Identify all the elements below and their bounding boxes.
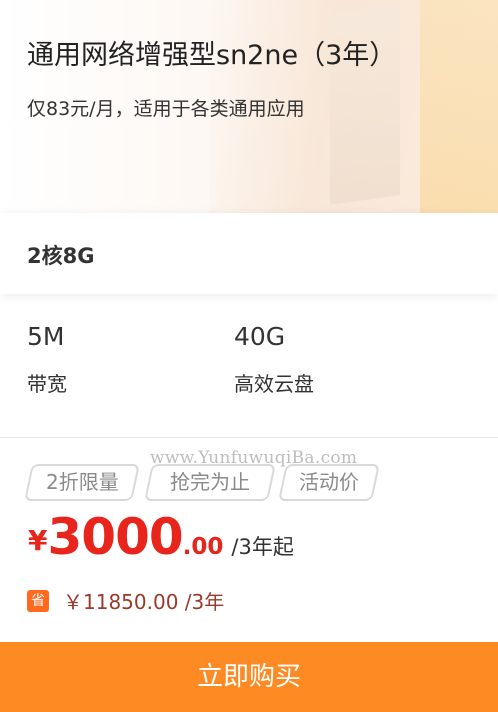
disk-label: 高效云盘 xyxy=(234,372,314,396)
promo-tag: 2折限量 xyxy=(24,464,140,501)
original-price: ￥11850.00 /3年 xyxy=(63,590,225,614)
promo-tag-label: 抢完为止 xyxy=(170,470,250,494)
product-subtitle: 仅83元/月，适用于各类通用应用 xyxy=(27,98,305,120)
product-banner: 通用网络增强型sn2ne（3年） 仅83元/月，适用于各类通用应用 xyxy=(0,0,498,215)
bandwidth-stat: 5M 带宽 xyxy=(27,322,67,397)
banner-decoration-shape xyxy=(420,0,498,215)
promo-tag-label: 活动价 xyxy=(299,470,359,494)
promo-tag: 活动价 xyxy=(278,464,380,501)
spec-selector[interactable]: 2核8G xyxy=(0,213,498,294)
price-unit: /3年起 xyxy=(231,535,294,559)
promo-tag-label: 2折限量 xyxy=(45,470,119,494)
product-title: 通用网络增强型sn2ne（3年） xyxy=(27,40,397,71)
current-price: ¥3000.00/3年起 xyxy=(28,508,294,566)
promo-tag: 抢完为止 xyxy=(144,464,276,501)
save-badge-icon: 省 xyxy=(27,590,49,612)
disk-value: 40G xyxy=(234,322,286,351)
disk-stat: 40G 高效云盘 xyxy=(234,322,314,397)
buy-now-button[interactable]: 立即购买 xyxy=(0,642,498,712)
cpu-memory-spec: 2核8G xyxy=(27,244,95,268)
bandwidth-label: 带宽 xyxy=(27,372,67,396)
price-decimal: .00 xyxy=(182,534,224,560)
bandwidth-value: 5M xyxy=(27,322,65,351)
section-divider xyxy=(0,437,498,438)
currency-symbol: ¥ xyxy=(28,524,48,557)
price-integer: 3000 xyxy=(47,508,183,566)
